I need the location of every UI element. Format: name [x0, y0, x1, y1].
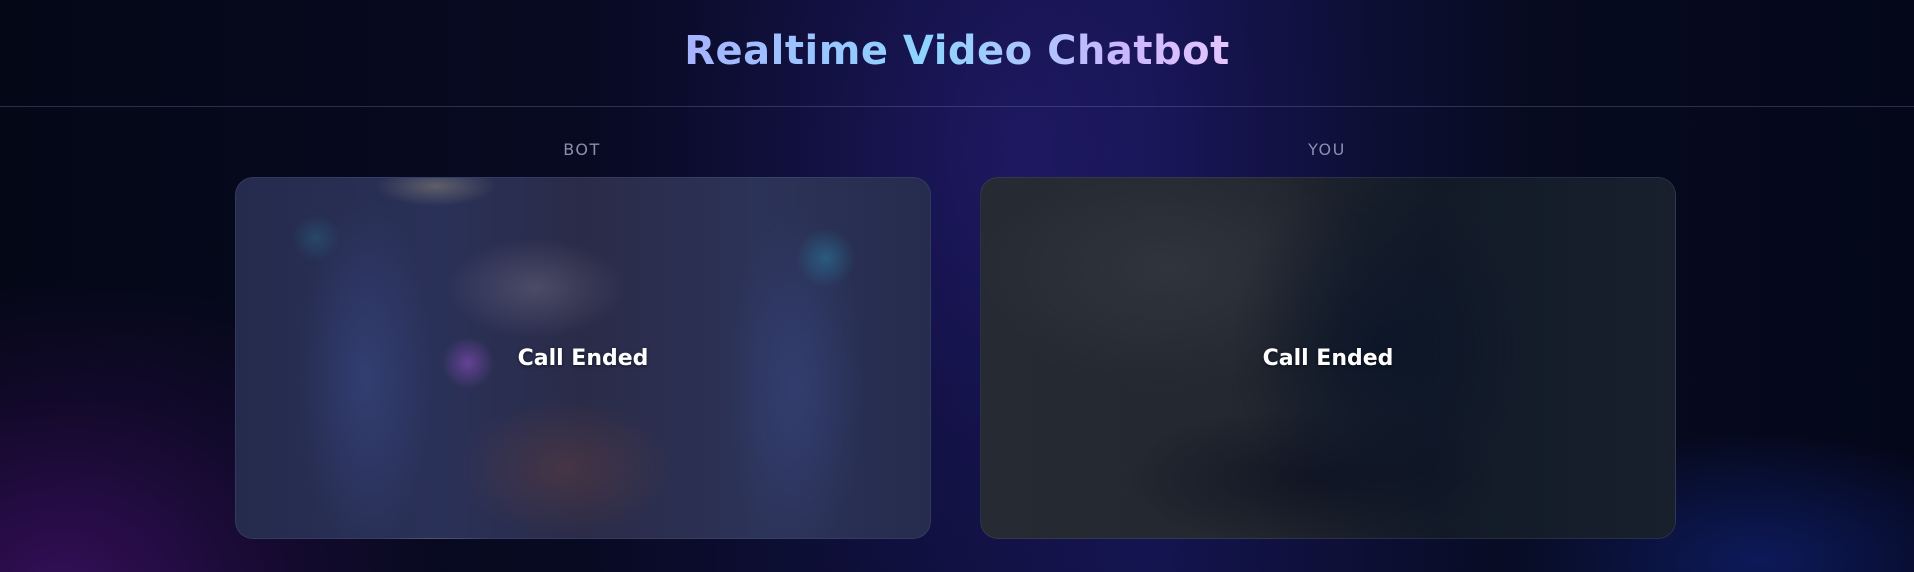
bot-label: BOT	[563, 140, 601, 159]
user-call-status: Call Ended	[1262, 345, 1394, 371]
app-header: Realtime Video Chatbot	[0, 0, 1914, 107]
bot-video-panel: Call Ended	[235, 177, 931, 539]
user-video-panel: Call Ended	[980, 177, 1676, 539]
bot-call-status: Call Ended	[517, 345, 649, 371]
you-label: YOU	[1308, 140, 1346, 159]
page-title: Realtime Video Chatbot	[684, 28, 1230, 74]
